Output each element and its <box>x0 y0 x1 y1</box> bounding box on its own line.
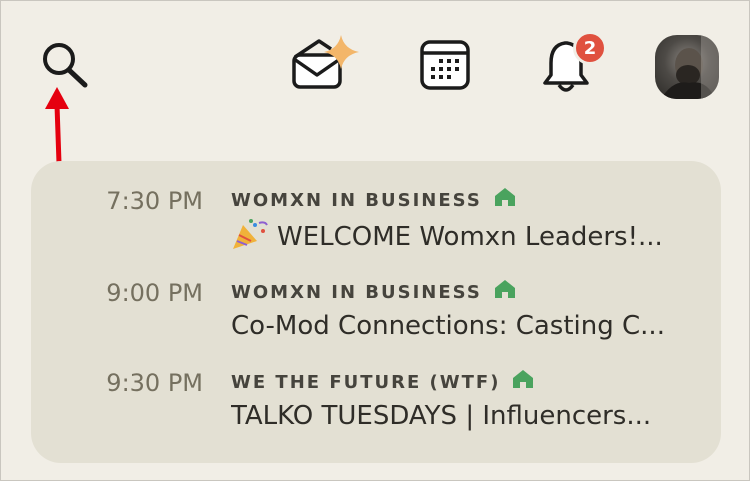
top-bar: 2 <box>1 1 750 131</box>
event-club: WOMXN IN BUSINESS <box>231 279 516 303</box>
event-title: WELCOME Womxn Leaders!... <box>231 219 691 252</box>
explore-envelope-icon[interactable] <box>289 31 363 95</box>
event-row[interactable]: 9:00 PM WOMXN IN BUSINESS Co-Mod Connect… <box>31 253 721 341</box>
event-club: WOMXN IN BUSINESS <box>231 187 516 211</box>
annotation-arrow-icon <box>37 83 77 167</box>
upcoming-events-card: 7:30 PM WOMXN IN BUSINESS WELCOME Womxn … <box>31 161 721 463</box>
event-row[interactable]: 7:30 PM WOMXN IN BUSINESS WELCOME Womxn … <box>31 161 721 252</box>
event-time: 9:30 PM <box>106 369 203 397</box>
event-club: WE THE FUTURE (WTF) <box>231 369 534 393</box>
house-icon <box>512 369 534 389</box>
event-row[interactable]: 9:30 PM WE THE FUTURE (WTF) TALKO TUESDA… <box>31 343 721 431</box>
event-title: TALKO TUESDAYS | Influencers... <box>231 401 652 431</box>
event-club-name: WOMXN IN BUSINESS <box>231 282 482 303</box>
event-title: Co-Mod Connections: Casting C... <box>231 311 665 341</box>
notification-badge: 2 <box>573 31 607 65</box>
house-icon <box>494 279 516 299</box>
avatar[interactable] <box>655 35 719 99</box>
calendar-icon[interactable] <box>419 39 473 91</box>
event-time: 7:30 PM <box>106 187 203 215</box>
event-club-name: WOMXN IN BUSINESS <box>231 190 482 211</box>
event-title-text: WELCOME Womxn Leaders!... <box>277 222 663 252</box>
house-icon <box>494 187 516 207</box>
event-club-name: WE THE FUTURE (WTF) <box>231 372 501 393</box>
event-time: 9:00 PM <box>106 279 203 307</box>
party-popper-icon <box>231 219 269 249</box>
